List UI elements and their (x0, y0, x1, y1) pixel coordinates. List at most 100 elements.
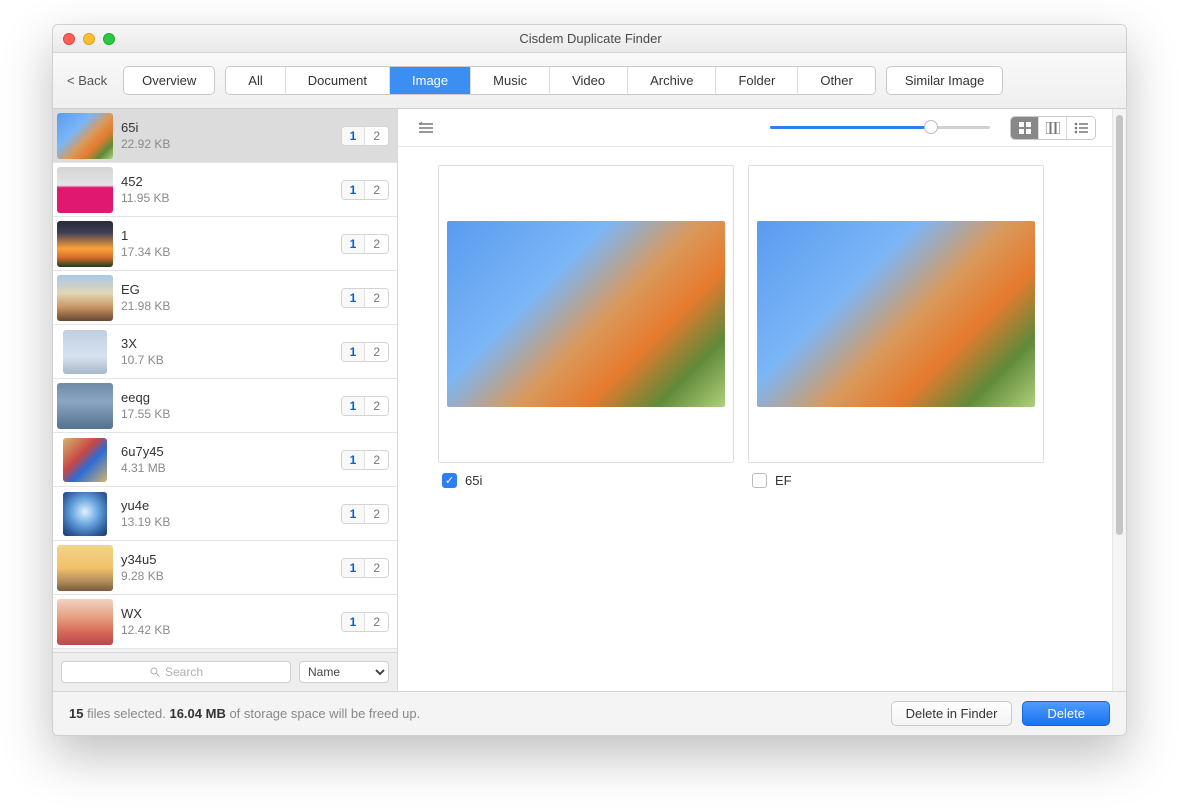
thumbnail (63, 492, 107, 536)
body: 65i22.92 KB1245211.95 KB12117.34 KB12EG2… (53, 109, 1126, 691)
window-title: Cisdem Duplicate Finder (65, 31, 1116, 46)
preview-image-box[interactable] (438, 165, 734, 463)
app-window: Cisdem Duplicate Finder < Back Overview … (52, 24, 1127, 736)
file-size: 9.28 KB (121, 569, 341, 583)
file-size: 12.42 KB (121, 623, 341, 637)
file-name: 3X (121, 336, 341, 351)
category-tabs: AllDocumentImageMusicVideoArchiveFolderO… (225, 66, 876, 95)
count-badge: 12 (341, 396, 389, 416)
selected-count: 1 (342, 613, 366, 631)
total-count: 2 (365, 559, 388, 577)
selected-count: 1 (342, 289, 366, 307)
file-size: 22.92 KB (121, 137, 341, 151)
preview-label: EF (775, 473, 792, 488)
similar-image-button[interactable]: Similar Image (886, 66, 1003, 95)
preview-toolbar (398, 109, 1112, 147)
total-count: 2 (365, 451, 388, 469)
count-badge: 12 (341, 234, 389, 254)
tab-document[interactable]: Document (286, 67, 390, 94)
file-size: 21.98 KB (121, 299, 341, 313)
count-badge: 12 (341, 288, 389, 308)
count-badge: 12 (341, 612, 389, 632)
total-count: 2 (365, 505, 388, 523)
thumbnail (63, 330, 107, 374)
file-name: EG (121, 282, 341, 297)
thumbnail (57, 167, 113, 213)
count-badge: 12 (341, 558, 389, 578)
tab-image[interactable]: Image (390, 67, 471, 94)
selected-count: 1 (342, 397, 366, 415)
statusbar: 15 files selected. 16.04 MB of storage s… (53, 691, 1126, 735)
file-size: 17.55 KB (121, 407, 341, 421)
selected-count: 1 (342, 343, 366, 361)
thumbnail (57, 599, 113, 645)
preview-card: EF (748, 165, 1044, 498)
select-checkbox[interactable]: ✓ (442, 473, 457, 488)
list-item[interactable]: eeqg 17.55 KB12 (53, 379, 397, 433)
list-item[interactable]: 3X 10.7 KB12 (53, 325, 397, 379)
select-all-toggle[interactable] (414, 116, 438, 140)
tab-folder[interactable]: Folder (716, 67, 798, 94)
view-list-button[interactable] (1067, 117, 1095, 139)
delete-in-finder-button[interactable]: Delete in Finder (891, 701, 1013, 726)
sidebar-footer: Search Name (53, 652, 397, 691)
file-name: eeqg (121, 390, 341, 405)
tab-all[interactable]: All (226, 67, 285, 94)
file-size: 10.7 KB (121, 353, 341, 367)
main-panel: ✓65i EF (398, 109, 1126, 691)
thumbnail (57, 221, 113, 267)
preview-area: ✓65i EF (398, 109, 1112, 691)
total-count: 2 (365, 235, 388, 253)
tab-music[interactable]: Music (471, 67, 550, 94)
duplicate-groups-list[interactable]: 65i22.92 KB1245211.95 KB12117.34 KB12EG2… (53, 109, 397, 652)
list-item[interactable]: EG 21.98 KB12 (53, 271, 397, 325)
count-badge: 12 (341, 342, 389, 362)
thumbnail (57, 383, 113, 429)
list-item[interactable]: 65i22.92 KB12 (53, 109, 397, 163)
selected-count: 1 (342, 559, 366, 577)
tab-video[interactable]: Video (550, 67, 628, 94)
freed-size: 16.04 MB (169, 706, 225, 721)
select-checkbox[interactable] (752, 473, 767, 488)
list-item[interactable]: yu4e13.19 KB12 (53, 487, 397, 541)
preview-image-box[interactable] (748, 165, 1044, 463)
preview-caption: ✓65i (438, 463, 734, 498)
thumbnail (57, 275, 113, 321)
file-name: 6u7y45 (121, 444, 341, 459)
list-item[interactable]: 6u7y454.31 MB12 (53, 433, 397, 487)
scrollbar[interactable] (1112, 109, 1126, 691)
view-columns-button[interactable] (1039, 117, 1067, 139)
total-count: 2 (365, 397, 388, 415)
file-name: 1 (121, 228, 341, 243)
preview-grid: ✓65i EF (398, 147, 1112, 691)
list-item[interactable]: 45211.95 KB12 (53, 163, 397, 217)
delete-button[interactable]: Delete (1022, 701, 1110, 726)
file-name: WX (121, 606, 341, 621)
thumbnail-zoom-slider[interactable] (770, 126, 990, 129)
file-size: 11.95 KB (121, 191, 341, 205)
total-count: 2 (365, 127, 388, 145)
overview-button[interactable]: Overview (123, 66, 215, 95)
toolbar: < Back Overview AllDocumentImageMusicVid… (53, 53, 1126, 109)
list-item[interactable]: y34u59.28 KB12 (53, 541, 397, 595)
list-item[interactable]: 117.34 KB12 (53, 217, 397, 271)
sort-select[interactable]: Name (299, 661, 389, 683)
file-size: 4.31 MB (121, 461, 341, 475)
total-count: 2 (365, 343, 388, 361)
list-item[interactable]: WX 12.42 KB12 (53, 595, 397, 649)
preview-card: ✓65i (438, 165, 734, 498)
tab-other[interactable]: Other (798, 67, 875, 94)
back-button[interactable]: < Back (67, 73, 107, 88)
file-size: 13.19 KB (121, 515, 341, 529)
count-badge: 12 (341, 126, 389, 146)
search-input[interactable]: Search (61, 661, 291, 683)
view-grid-button[interactable] (1011, 117, 1039, 139)
total-count: 2 (365, 181, 388, 199)
thumbnail (57, 113, 113, 159)
tab-archive[interactable]: Archive (628, 67, 716, 94)
selected-count: 1 (342, 181, 366, 199)
selected-count: 15 (69, 706, 83, 721)
preview-image (447, 221, 725, 407)
titlebar: Cisdem Duplicate Finder (53, 25, 1126, 53)
preview-image (757, 221, 1035, 407)
